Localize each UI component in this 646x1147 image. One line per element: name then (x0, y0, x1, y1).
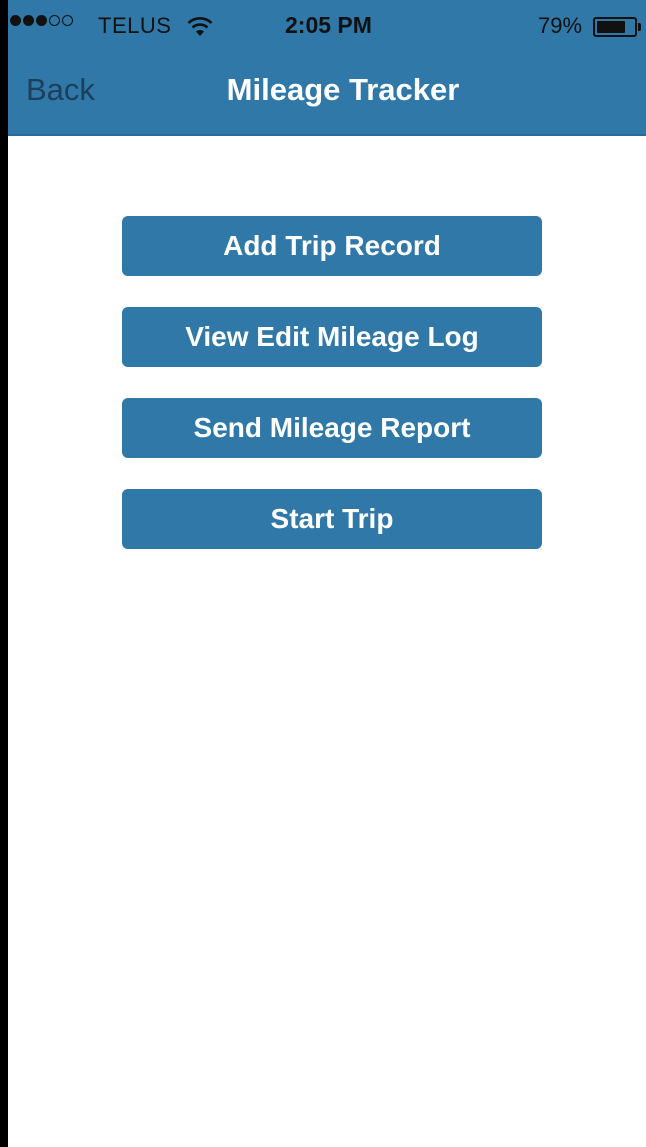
status-time: 2:05 PM (285, 12, 372, 38)
add-trip-record-button[interactable]: Add Trip Record (122, 216, 542, 276)
wifi-icon (187, 17, 213, 36)
signal-dot-empty (49, 15, 60, 26)
page-title: Mileage Tracker (226, 72, 460, 107)
carrier-name: TELUS (98, 13, 172, 38)
signal-dot-filled (10, 15, 21, 26)
battery-icon (593, 17, 637, 37)
navigation-header: TELUS 2:05 PM 79% Back Mileage Tracker (8, 0, 646, 136)
view-edit-mileage-log-button[interactable]: View Edit Mileage Log (122, 307, 542, 367)
app-screen: TELUS 2:05 PM 79% Back Mileage Tracker A… (8, 0, 646, 1147)
status-bar: TELUS 2:05 PM 79% (8, 0, 646, 56)
battery-level-fill (597, 21, 626, 33)
signal-dot-empty (62, 15, 73, 26)
signal-dot-filled (23, 15, 34, 26)
main-menu: Add Trip Record View Edit Mileage Log Se… (122, 216, 542, 580)
signal-strength-icon (10, 15, 73, 26)
start-trip-button[interactable]: Start Trip (122, 489, 542, 549)
battery-terminal (638, 23, 641, 31)
send-mileage-report-button[interactable]: Send Mileage Report (122, 398, 542, 458)
battery-percentage: 79% (538, 13, 583, 38)
signal-dot-filled (36, 15, 47, 26)
